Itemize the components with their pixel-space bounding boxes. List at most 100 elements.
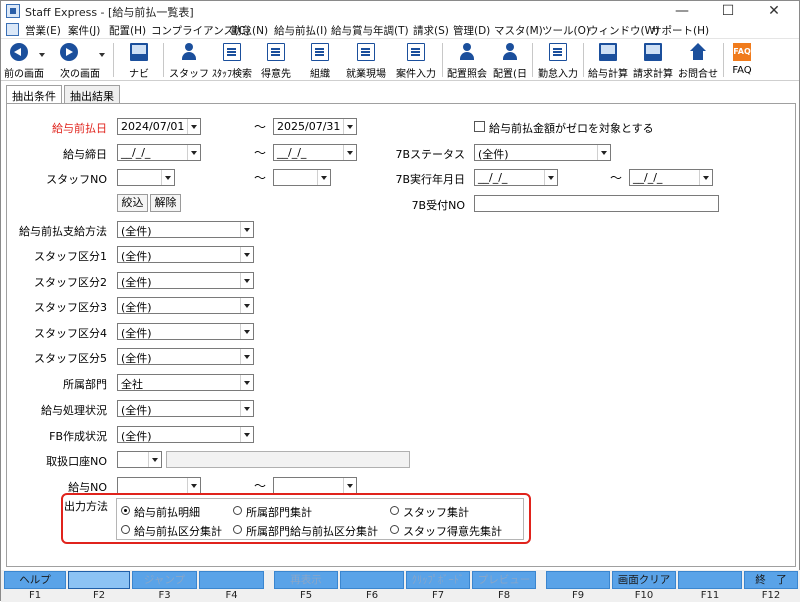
- chevron-down-icon[interactable]: [39, 53, 45, 57]
- payroll-calc-button[interactable]: 給与計算: [587, 39, 629, 81]
- close-button[interactable]: ✕: [751, 1, 797, 21]
- output-radio-dept-summary[interactable]: [233, 506, 242, 515]
- billing-calc-button[interactable]: 請求計算: [631, 39, 675, 81]
- tab-extract-results[interactable]: 抽出結果: [64, 85, 120, 103]
- closing-date-from[interactable]: __/_/_: [117, 144, 201, 161]
- f6-button[interactable]: [340, 571, 404, 589]
- f1-help-button[interactable]: ヘルプ: [4, 571, 66, 589]
- advance-date-to[interactable]: 2025/07/31: [273, 118, 357, 135]
- f12-exit-button[interactable]: 終 了: [744, 571, 798, 589]
- next-screen-button[interactable]: 次の画面: [51, 39, 109, 81]
- navi-button[interactable]: ナビ: [121, 39, 157, 81]
- f9-button[interactable]: [546, 571, 610, 589]
- organization-button[interactable]: 組織: [299, 39, 341, 81]
- chevron-down-icon[interactable]: [187, 145, 200, 160]
- attendance-entry-button[interactable]: 勤怠入力: [535, 39, 581, 81]
- exec-date-7b-from[interactable]: __/_/_: [474, 169, 558, 186]
- payment-method-select[interactable]: (全件): [117, 221, 254, 238]
- job-entry-button[interactable]: 案件入力: [391, 39, 441, 81]
- document-icon[interactable]: [6, 23, 19, 36]
- staff-class5-select[interactable]: (全件): [117, 348, 254, 365]
- chevron-down-icon[interactable]: [240, 375, 253, 390]
- closing-date-to[interactable]: __/_/_: [273, 144, 357, 161]
- menu-support[interactable]: サポート(H): [651, 23, 709, 38]
- menu-billing[interactable]: 請求(S): [413, 23, 449, 38]
- chevron-down-icon[interactable]: [161, 170, 174, 185]
- faq-button[interactable]: FAQ FAQ: [727, 39, 757, 81]
- menu-master[interactable]: マスタ(M): [494, 23, 543, 38]
- f8-preview-button[interactable]: プレビュー: [472, 571, 536, 589]
- chevron-down-icon[interactable]: [240, 349, 253, 364]
- output-radio-dept-advance-class-summary[interactable]: [233, 525, 242, 534]
- status-7b-select[interactable]: (全件): [474, 144, 611, 161]
- menu-jobs[interactable]: 案件(J): [68, 23, 100, 38]
- chevron-down-icon[interactable]: [187, 478, 200, 493]
- output-radio-advance-detail[interactable]: [121, 506, 130, 515]
- minimize-button[interactable]: —: [659, 1, 705, 21]
- output-radio-staff-summary[interactable]: [390, 506, 399, 515]
- chevron-down-icon[interactable]: [240, 324, 253, 339]
- chevron-down-icon[interactable]: [240, 427, 253, 442]
- staff-class1-select[interactable]: (全件): [117, 246, 254, 263]
- client-button[interactable]: 得意先: [255, 39, 297, 81]
- chevron-down-icon[interactable]: [343, 119, 356, 134]
- f10-clear-button[interactable]: 画面クリア: [612, 571, 676, 589]
- tab-extract-conditions[interactable]: 抽出条件: [6, 85, 62, 104]
- staff-search-button[interactable]: ｽﾀｯﾌ検索: [209, 39, 255, 81]
- chevron-down-icon[interactable]: [240, 247, 253, 262]
- f4-button[interactable]: [199, 571, 264, 589]
- menu-admin[interactable]: 管理(D): [453, 23, 490, 38]
- menu-sales[interactable]: 営業(E): [25, 23, 61, 38]
- chevron-down-icon[interactable]: [699, 170, 712, 185]
- staff-class3-select[interactable]: (全件): [117, 297, 254, 314]
- output-radio-advance-class-summary[interactable]: [121, 525, 130, 534]
- staff-no-to[interactable]: [273, 169, 331, 186]
- chevron-down-icon[interactable]: [187, 119, 200, 134]
- staff-no-from[interactable]: [117, 169, 175, 186]
- assignment-inquiry-button[interactable]: 配置照会: [445, 39, 489, 81]
- zero-amount-checkbox[interactable]: [474, 121, 485, 132]
- f5-refresh-button[interactable]: 再表示: [274, 571, 338, 589]
- exec-date-7b-to[interactable]: __/_/_: [629, 169, 713, 186]
- maximize-button[interactable]: ☐: [705, 1, 751, 21]
- chevron-down-icon[interactable]: [343, 145, 356, 160]
- receipt-no-7b-input[interactable]: [474, 195, 719, 212]
- payroll-no-from[interactable]: [117, 477, 201, 494]
- advance-date-from[interactable]: 2024/07/01: [117, 118, 201, 135]
- prev-screen-button[interactable]: 前の画面: [1, 39, 47, 81]
- staff-class4-select[interactable]: (全件): [117, 323, 254, 340]
- chevron-down-icon[interactable]: [597, 145, 610, 160]
- payroll-status-select[interactable]: (全件): [117, 400, 254, 417]
- chevron-down-icon[interactable]: [317, 170, 330, 185]
- staff-class2-select[interactable]: (全件): [117, 272, 254, 289]
- narrow-button[interactable]: 絞込: [117, 194, 148, 212]
- f2-button[interactable]: [68, 571, 130, 589]
- menu-tools[interactable]: ツール(O): [542, 23, 590, 38]
- staff-button[interactable]: スタッフ: [169, 39, 209, 81]
- contact-button[interactable]: お問合せ: [675, 39, 721, 81]
- bank-account-select[interactable]: [117, 451, 162, 468]
- chevron-down-icon[interactable]: [343, 478, 356, 493]
- assignment-day-button[interactable]: 配置(日: [489, 39, 531, 81]
- chevron-down-icon[interactable]: [148, 452, 161, 467]
- chevron-down-icon[interactable]: [240, 401, 253, 416]
- menu-attendance[interactable]: 勤怠(N): [231, 23, 268, 38]
- chevron-down-icon[interactable]: [99, 53, 105, 57]
- menu-window[interactable]: ウィンドウ(W): [588, 23, 659, 38]
- menu-payroll[interactable]: 給与賞与年調(T): [331, 23, 409, 38]
- payroll-no-to[interactable]: [273, 477, 357, 494]
- f11-button[interactable]: [678, 571, 742, 589]
- output-radio-staff-client-summary[interactable]: [390, 525, 399, 534]
- fb-status-select[interactable]: (全件): [117, 426, 254, 443]
- chevron-down-icon[interactable]: [240, 273, 253, 288]
- work-site-button[interactable]: 就業現場: [341, 39, 391, 81]
- chevron-down-icon[interactable]: [240, 222, 253, 237]
- f7-clipboard-button[interactable]: ｸﾘｯﾌﾟﾎﾞｰﾄﾞ: [406, 571, 470, 589]
- chevron-down-icon[interactable]: [544, 170, 557, 185]
- f3-jump-button[interactable]: ジャンプ: [132, 571, 197, 589]
- chevron-down-icon[interactable]: [240, 298, 253, 313]
- menu-advance[interactable]: 給与前払(I): [274, 23, 327, 38]
- department-select[interactable]: 全社: [117, 374, 254, 391]
- menu-assignment[interactable]: 配置(H): [109, 23, 146, 38]
- release-button[interactable]: 解除: [150, 194, 181, 212]
